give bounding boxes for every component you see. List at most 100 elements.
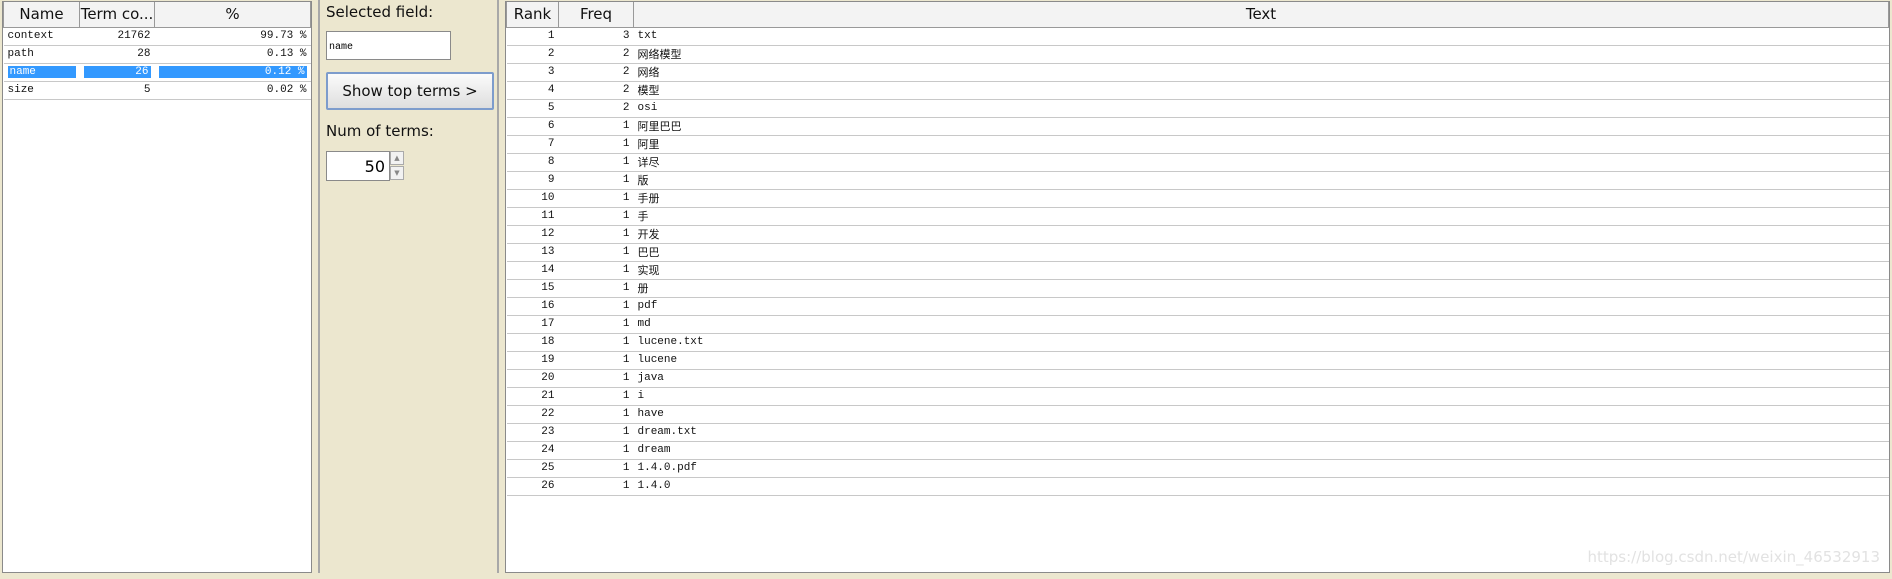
term-cell-rank: 15 (506, 279, 559, 298)
term-cell-text: dream (633, 441, 1889, 460)
term-row[interactable]: 26 1 1.4.0 (506, 477, 1889, 496)
term-cell-rank: 7 (506, 135, 559, 154)
cell-text: 5 (143, 84, 151, 96)
selected-field-label: Selected field: (326, 3, 434, 21)
term-row[interactable]: 2 2 网络模型 (506, 45, 1889, 64)
term-cell-freq: 2 (558, 63, 634, 82)
column-header-percent[interactable]: % (154, 2, 311, 28)
cell-text: 99.73 % (260, 30, 307, 42)
term-row[interactable]: 6 1 阿里巴巴 (506, 117, 1889, 136)
field-cell-name: context (3, 27, 80, 46)
term-cell-freq: 1 (558, 153, 634, 172)
term-row[interactable]: 24 1 dream (506, 441, 1889, 460)
cell-text: context (7, 30, 54, 42)
num-terms-spinner[interactable]: 50 (326, 151, 390, 181)
term-cell-freq: 1 (558, 225, 634, 244)
term-row[interactable]: 16 1 pdf (506, 297, 1889, 316)
terms-table: Rank Freq Text 1 3 txt 2 2 网络模型 3 2 网络 4 2 模型 5 2 osi 6… (506, 2, 1889, 496)
column-header-term-count[interactable]: Term co... (79, 2, 155, 28)
term-cell-freq: 1 (558, 441, 634, 460)
term-cell-freq: 1 (558, 459, 634, 478)
spinner-down-icon[interactable]: ▼ (390, 166, 404, 180)
term-row[interactable]: 15 1 册 (506, 279, 1889, 298)
term-row[interactable]: 18 1 lucene.txt (506, 333, 1889, 352)
term-row[interactable]: 23 1 dream.txt (506, 423, 1889, 442)
term-row[interactable]: 22 1 have (506, 405, 1889, 424)
controls-panel: Selected field: name Show top terms > Nu… (318, 0, 499, 573)
column-header-name[interactable]: Name (3, 2, 80, 28)
term-cell-freq: 1 (558, 261, 634, 280)
term-cell-freq: 1 (558, 369, 634, 388)
term-cell-text: pdf (633, 297, 1889, 316)
term-cell-freq: 1 (558, 171, 634, 190)
term-row[interactable]: 3 2 网络 (506, 63, 1889, 82)
term-cell-text: 巴巴 (633, 243, 1889, 262)
term-row[interactable]: 25 1 1.4.0.pdf (506, 459, 1889, 478)
term-cell-rank: 8 (506, 153, 559, 172)
term-cell-rank: 14 (506, 261, 559, 280)
field-row[interactable]: context 21762 99.73 % (3, 27, 311, 46)
term-cell-text: 手册 (633, 189, 1889, 208)
column-header-rank[interactable]: Rank (506, 2, 559, 28)
field-cell-pct: 99.73 % (154, 27, 311, 46)
term-cell-rank: 6 (506, 117, 559, 136)
field-row[interactable]: name 26 0.12 % (3, 63, 311, 82)
term-row[interactable]: 13 1 巴巴 (506, 243, 1889, 262)
term-cell-rank: 26 (506, 477, 559, 496)
term-row[interactable]: 10 1 手册 (506, 189, 1889, 208)
term-row[interactable]: 8 1 详尽 (506, 153, 1889, 172)
column-header-freq[interactable]: Freq (558, 2, 634, 28)
term-cell-freq: 1 (558, 351, 634, 370)
term-cell-rank: 23 (506, 423, 559, 442)
term-cell-freq: 1 (558, 405, 634, 424)
field-cell-pct: 0.12 % (154, 63, 311, 82)
term-cell-rank: 4 (506, 81, 559, 100)
term-cell-rank: 11 (506, 207, 559, 226)
cell-text: size (7, 84, 34, 96)
field-cell-count: 5 (79, 81, 155, 100)
term-cell-text: 实现 (633, 261, 1889, 280)
term-row[interactable]: 14 1 实现 (506, 261, 1889, 280)
term-cell-text: 1.4.0 (633, 477, 1889, 496)
term-cell-freq: 2 (558, 99, 634, 118)
term-row[interactable]: 5 2 osi (506, 99, 1889, 118)
cell-text: 0.13 % (266, 48, 307, 60)
term-row[interactable]: 91版 (506, 171, 1889, 190)
term-cell-rank: 12 (506, 225, 559, 244)
field-cell-pct: 0.02 % (154, 81, 311, 100)
term-cell-freq: 1 (558, 243, 634, 262)
term-cell-freq: 1 (558, 297, 634, 316)
term-cell-rank: 24 (506, 441, 559, 460)
term-row[interactable]: 21 1 i (506, 387, 1889, 406)
term-cell-rank: 10 (506, 189, 559, 208)
term-cell-text: 模型 (633, 81, 1889, 100)
term-cell-freq: 2 (558, 45, 634, 64)
term-cell-text: 1.4.0.pdf (633, 459, 1889, 478)
cell-text: 0.12 % (158, 66, 307, 78)
term-row[interactable]: 20 1 java (506, 369, 1889, 388)
cell-text: 21762 (117, 30, 151, 42)
field-cell-name: name (3, 63, 80, 82)
term-cell-text: 册 (633, 279, 1889, 298)
selected-field-input[interactable]: name (326, 31, 451, 60)
term-cell-text: java (633, 369, 1889, 388)
term-cell-rank: 19 (506, 351, 559, 370)
term-row[interactable]: 19 1 lucene (506, 351, 1889, 370)
term-row[interactable]: 11 1 手 (506, 207, 1889, 226)
term-cell-rank: 3 (506, 63, 559, 82)
term-row[interactable]: 12 1 开发 (506, 225, 1889, 244)
term-row[interactable]: 4 2 模型 (506, 81, 1889, 100)
term-cell-text: 详尽 (633, 153, 1889, 172)
field-cell-count: 26 (79, 63, 155, 82)
field-row[interactable]: size 5 0.02 % (3, 81, 311, 100)
column-header-text[interactable]: Text (633, 2, 1889, 28)
show-top-terms-button[interactable]: Show top terms > (326, 72, 494, 110)
field-row[interactable]: path 28 0.13 % (3, 45, 311, 64)
term-cell-rank: 1 (506, 27, 559, 46)
term-row[interactable]: 7 1 阿里 (506, 135, 1889, 154)
spinner-up-icon[interactable]: ▲ (390, 151, 404, 165)
term-cell-text: md (633, 315, 1889, 334)
term-row[interactable]: 1 3 txt (506, 27, 1889, 46)
term-row[interactable]: 17 1 md (506, 315, 1889, 334)
term-cell-rank: 16 (506, 297, 559, 316)
